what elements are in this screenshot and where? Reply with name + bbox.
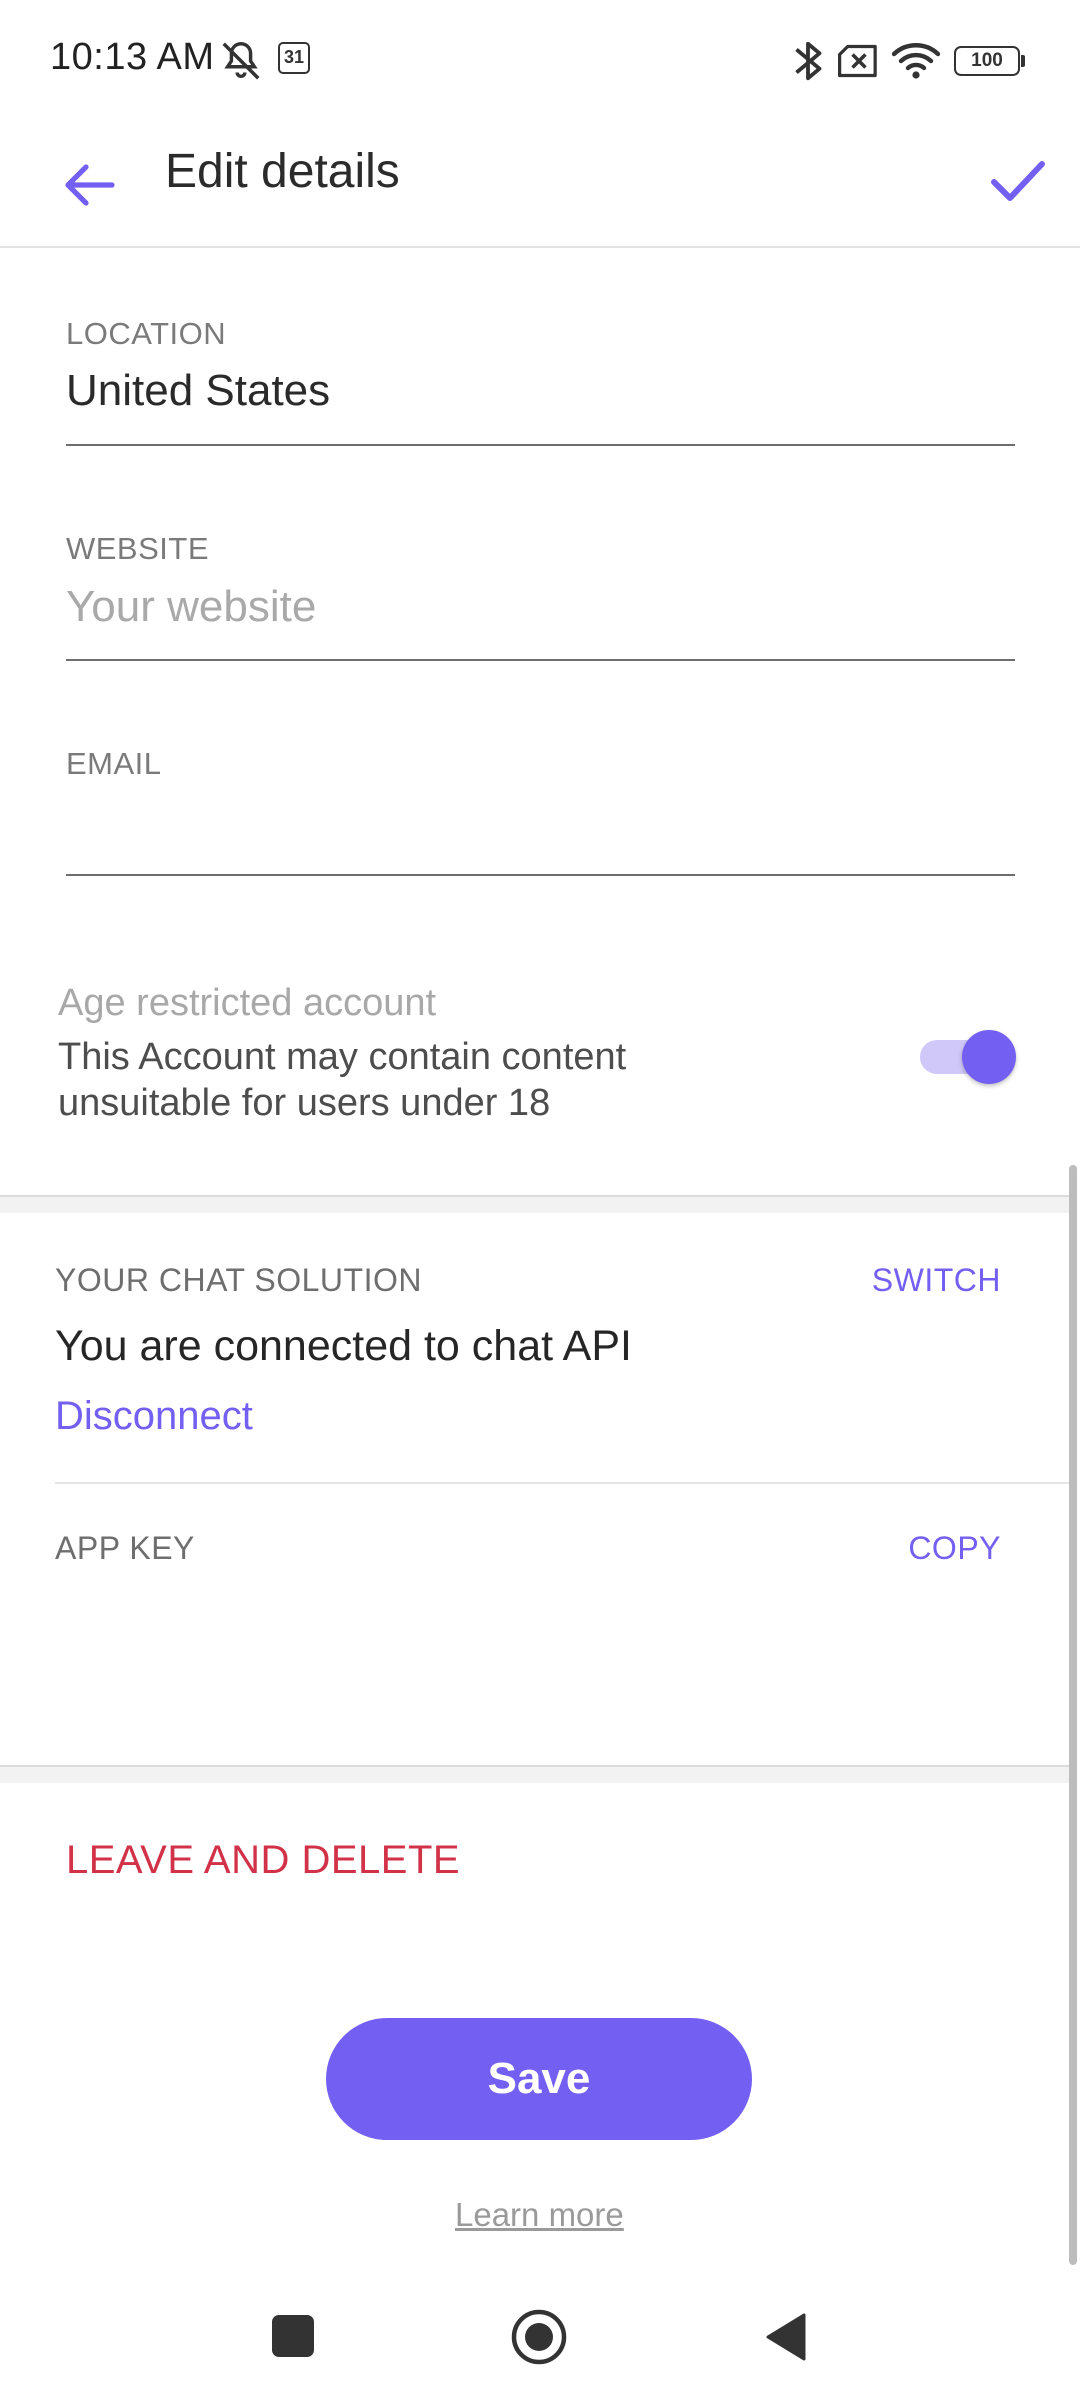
section-gap-2	[0, 1767, 1070, 1783]
section-gap	[0, 1197, 1070, 1213]
age-restricted-description-line2: unsuitable for users under 18	[58, 1082, 551, 1124]
scrollbar[interactable]	[1069, 1165, 1077, 2265]
switch-button[interactable]: SWITCH	[872, 1262, 1001, 1299]
website-underline	[66, 659, 1015, 661]
arrow-back-icon	[65, 164, 115, 206]
home-circle-icon[interactable]	[510, 2308, 568, 2366]
age-restricted-description-line1: This Account may contain content	[58, 1036, 627, 1078]
calendar-day: 31	[283, 47, 305, 67]
email-label: EMAIL	[66, 746, 162, 781]
status-bar: 10:13 AM 31 100	[0, 0, 1080, 120]
email-field[interactable]	[66, 790, 1015, 870]
page-title: Edit details	[165, 145, 400, 198]
app-bar	[0, 120, 1080, 248]
check-icon	[991, 161, 1045, 201]
notifications-off-icon	[222, 42, 260, 80]
confirm-button[interactable]	[978, 140, 1058, 220]
age-restricted-title: Age restricted account	[58, 982, 437, 1024]
chat-status-text: You are connected to chat API	[55, 1322, 632, 1370]
website-field[interactable]: Your website	[66, 582, 316, 632]
status-time: 10:13 AM	[50, 36, 215, 78]
system-nav-bar	[0, 2280, 1080, 2400]
wifi-icon	[892, 43, 940, 79]
battery-icon: 100	[954, 46, 1020, 76]
save-button[interactable]: Save	[326, 2018, 752, 2140]
copy-button[interactable]: COPY	[908, 1530, 1001, 1567]
leave-and-delete-button[interactable]: LEAVE AND DELETE	[66, 1838, 460, 1883]
chat-divider	[55, 1482, 1070, 1484]
no-sim-icon	[838, 44, 877, 78]
age-restricted-toggle[interactable]	[920, 1030, 1016, 1086]
email-underline	[66, 874, 1015, 876]
app-key-label: APP KEY	[55, 1530, 195, 1566]
toggle-thumb	[962, 1030, 1016, 1084]
location-field[interactable]: United States	[66, 366, 330, 416]
back-triangle-icon[interactable]	[764, 2312, 808, 2362]
location-label: LOCATION	[66, 316, 227, 351]
location-underline	[66, 444, 1015, 446]
battery-level: 100	[971, 50, 1003, 71]
calendar-icon: 31	[278, 42, 310, 74]
recents-square-icon[interactable]	[272, 2315, 314, 2357]
back-button[interactable]	[50, 145, 130, 225]
bluetooth-icon	[795, 41, 822, 81]
battery-tip	[1021, 55, 1025, 67]
age-restricted-description: This Account may contain content unsuita…	[58, 1034, 758, 1126]
learn-more-link[interactable]: Learn more	[455, 2196, 624, 2234]
disconnect-link[interactable]: Disconnect	[55, 1394, 253, 1439]
chat-solution-label: YOUR CHAT SOLUTION	[55, 1262, 422, 1298]
website-label: WEBSITE	[66, 531, 210, 566]
